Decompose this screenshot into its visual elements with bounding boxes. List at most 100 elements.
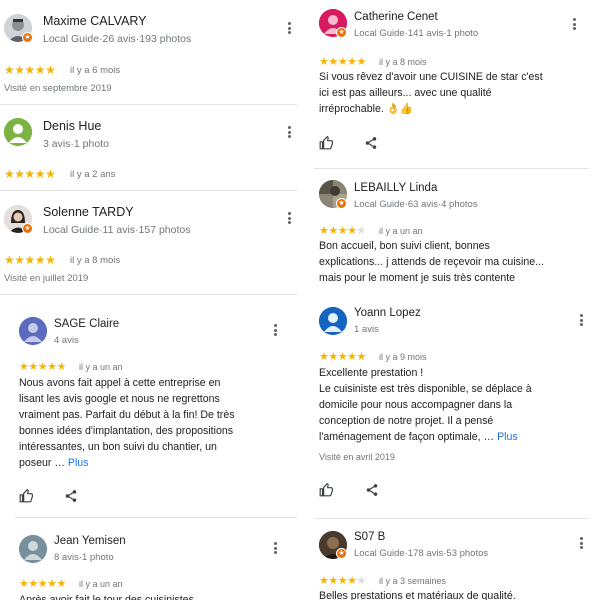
star-icon: ★ [337, 56, 348, 68]
review-text-line: lisant les avis google et nous ne regret… [19, 393, 220, 405]
review-text-line: explications... j attends de reçevoir ma… [319, 256, 544, 268]
review-text-line: bonnes idées d'implantation, des proposi… [19, 425, 234, 437]
visited-date: Visité en avril 2019 [319, 452, 395, 462]
star-icon: ★ [14, 167, 25, 181]
reviewer-meta: Local Guide·11 avis·157 photos [43, 224, 191, 236]
star-icon: ★ [14, 253, 25, 267]
review-text-line: ici est pas ailleurs... avec une qualité [319, 87, 492, 99]
review-text-line: intéressantes, un bon suivi du chantier,… [19, 441, 217, 453]
reviewer-meta: Local Guide·178 avis·53 photos [354, 548, 489, 559]
more-options-icon[interactable] [270, 322, 280, 338]
reviews-column-right: Catherine Cenet Local Guide·141 avis·1 p… [306, 0, 600, 600]
avatar[interactable] [19, 317, 47, 345]
star-icon: ★ [19, 361, 29, 373]
more-options-icon[interactable] [284, 20, 294, 36]
divider [314, 518, 589, 519]
review-date: il y a 9 mois [379, 352, 427, 362]
reviewer-name[interactable]: LEBAILLY Linda [354, 182, 437, 194]
like-icon[interactable] [319, 136, 333, 150]
review-text-line: domicile pour nous accompagner dans la [319, 399, 513, 411]
star-icon: ★ [28, 361, 38, 373]
reviewer-name[interactable]: Denis Hue [43, 119, 101, 133]
star-rating: ★★★★★ [319, 56, 366, 68]
review-card: Solenne TARDY Local Guide·11 avis·157 ph… [0, 191, 297, 294]
review-card: Maxime CALVARY Local Guide·26 avis·193 p… [0, 0, 297, 104]
star-icon: ★ [56, 361, 67, 373]
review-text-line: Nous avons fait appel à cette entreprise… [19, 377, 221, 389]
star-icon: ★ [337, 225, 348, 237]
more-options-icon[interactable] [284, 210, 294, 226]
reviewer-name[interactable]: S07 B [354, 531, 385, 543]
review-text: Nous avons fait appel à cette entreprise… [19, 375, 249, 471]
reviewer-name[interactable]: Catherine Cenet [354, 11, 438, 23]
share-icon[interactable] [364, 136, 378, 150]
star-rating: ★★★★★ [4, 63, 56, 77]
local-guide-badge-icon [22, 32, 33, 43]
star-icon: ★ [347, 575, 357, 587]
star-icon: ★ [347, 351, 357, 363]
reviewer-name[interactable]: Solenne TARDY [43, 205, 134, 219]
like-icon[interactable] [19, 489, 33, 503]
avatar[interactable] [4, 118, 32, 146]
review-text: Bon accueil, bon suivi client, bonnes ex… [319, 238, 579, 286]
star-icon: ★ [45, 167, 56, 181]
review-text-line: mais pour le moment je suis très content… [319, 272, 516, 284]
more-link[interactable]: Plus [68, 457, 89, 469]
more-options-icon[interactable] [284, 124, 294, 140]
more-options-icon[interactable] [569, 16, 579, 32]
divider [0, 294, 297, 295]
more-options-icon[interactable] [576, 312, 586, 328]
star-icon: ★ [4, 167, 15, 181]
star-icon: ★ [34, 253, 46, 267]
review-text-line: irréprochable. 👌👍 [319, 103, 414, 115]
reviewer-meta: Local Guide·141 avis·1 photo [354, 28, 479, 39]
more-options-icon[interactable] [270, 540, 280, 556]
star-icon: ★ [319, 56, 329, 68]
reviewer-name[interactable]: SAGE Claire [54, 318, 119, 330]
review-text: Excellente prestation ! Le cuisiniste es… [319, 365, 579, 445]
review-text-line: Si vous rêvez d'avoir une CUISINE de sta… [319, 71, 543, 83]
like-icon[interactable] [319, 483, 333, 497]
star-icon: ★ [347, 225, 357, 237]
review-card: Denis Hue 3 avis·1 photo ★★★★★ il y a 2 … [0, 105, 297, 190]
star-icon: ★ [45, 63, 56, 77]
star-icon: ★ [47, 361, 57, 373]
share-icon[interactable] [64, 489, 78, 503]
star-icon: ★ [28, 578, 38, 590]
star-icon: ★ [319, 225, 329, 237]
avatar[interactable] [19, 535, 47, 563]
more-options-icon[interactable] [576, 535, 586, 551]
star-icon: ★ [24, 167, 36, 181]
review-date: il y a un an [79, 579, 123, 589]
visited-date: Visité en septembre 2019 [4, 83, 112, 94]
divider [15, 517, 297, 518]
share-icon[interactable] [365, 483, 379, 497]
review-text-line: conception de notre projet. Il a pensé [319, 415, 494, 427]
review-card: SAGE Claire 4 avis ★★★★★ il y a un an No… [0, 305, 297, 517]
reviewer-meta: 1 avis [354, 324, 379, 335]
more-link[interactable]: Plus [497, 431, 518, 443]
star-icon: ★ [34, 167, 46, 181]
star-icon: ★ [24, 63, 36, 77]
reviewer-name[interactable]: Jean Yemisen [54, 535, 126, 547]
review-text: Si vous rêvez d'avoir une CUISINE de sta… [319, 69, 569, 117]
star-icon: ★ [56, 578, 67, 590]
visited-date: Visité en juillet 2019 [4, 273, 89, 284]
review-date: il y a 3 semaines [379, 576, 447, 586]
review-card: LEBAILLY Linda Local Guide·63 avis·4 pho… [306, 170, 600, 300]
star-rating: ★★★★★ [4, 253, 56, 267]
star-icon: ★ [4, 63, 15, 77]
reviewer-name[interactable]: Maxime CALVARY [43, 14, 147, 28]
star-icon: ★ [45, 253, 56, 267]
star-icon: ★ [328, 351, 338, 363]
star-icon: ★ [19, 578, 29, 590]
local-guide-badge-icon [22, 223, 33, 234]
reviewer-name[interactable]: Yoann Lopez [354, 307, 421, 319]
review-date: il y a un an [79, 362, 123, 372]
star-icon: ★ [337, 351, 348, 363]
review-text-line: Belles prestations et matériaux de quali… [319, 590, 516, 600]
reviewer-meta: Local Guide·63 avis·4 photos [354, 199, 478, 210]
avatar[interactable] [319, 307, 347, 335]
star-icon: ★ [14, 63, 25, 77]
reviewer-meta: 3 avis·1 photo [43, 138, 109, 150]
